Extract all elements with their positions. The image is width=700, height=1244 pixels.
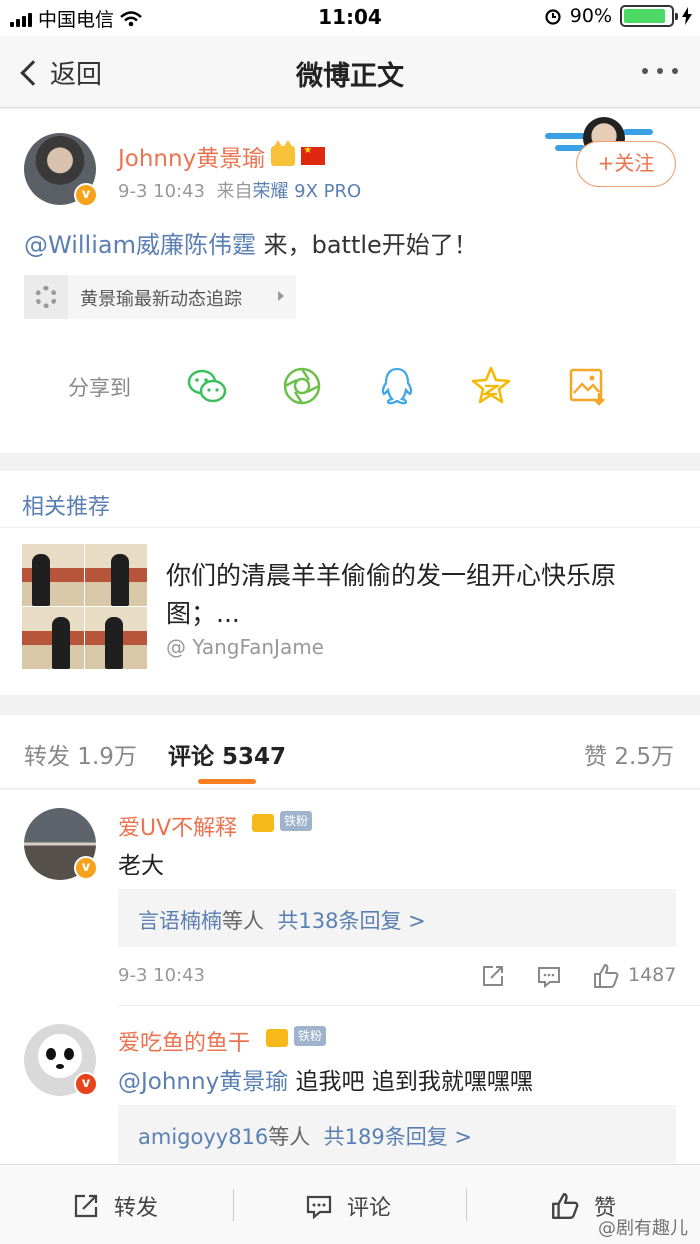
panda-avatar-icon <box>38 1034 82 1078</box>
crown-icon <box>271 140 296 166</box>
battery-percent: 90% <box>569 5 612 27</box>
mention-link[interactable]: @Johnny黄景瑜 <box>118 1069 288 1095</box>
tab-repost[interactable]: 转发 1.9万 <box>24 737 137 771</box>
battery-icon <box>620 5 678 27</box>
qq-icon[interactable] <box>376 365 418 407</box>
qzone-icon[interactable] <box>470 365 512 407</box>
alarm-icon <box>545 9 561 25</box>
reply-count: 共138条回复 > <box>277 909 426 933</box>
more-dot-icon <box>642 68 648 74</box>
fan-badge: 铁粉 <box>280 811 313 831</box>
reply-summary[interactable]: amigoyy816等人 共189条回复 > <box>118 1105 676 1163</box>
status-bar: 中国电信 11:04 90% <box>0 0 700 36</box>
verified-badge-icon: v <box>74 1072 98 1096</box>
thumbs-up-icon <box>552 1193 579 1219</box>
commenter-name[interactable]: 爱吃鱼的鱼干 <box>118 1025 250 1057</box>
author-name[interactable]: Johnny黄景瑜 <box>118 139 265 173</box>
tab-comment[interactable]: 评论 5347 <box>168 737 286 771</box>
moments-icon[interactable] <box>281 365 323 407</box>
reply-count: 共189条回复 > <box>323 1125 472 1149</box>
related-thumbnail[interactable] <box>22 544 147 669</box>
page-title: 微博正文 <box>296 61 404 92</box>
mention-link[interactable]: @William威廉陈伟霆 <box>24 231 256 259</box>
charging-icon <box>682 7 692 25</box>
crown-icon <box>252 814 274 832</box>
post-meta: 9-3 10:43 来自荣耀 9X PRO <box>118 177 361 203</box>
verified-badge-icon: v <box>74 183 98 207</box>
nav-bar: 返回 微博正文 <box>0 36 700 108</box>
save-image-icon[interactable] <box>566 365 608 407</box>
comment-time: 9-3 10:43 <box>118 965 205 986</box>
watermark: @剧有趣儿 <box>598 1218 688 1239</box>
topic-label: 黄景瑜最新动态追踪 <box>80 289 242 310</box>
comment-button[interactable]: 评论 <box>305 1190 391 1222</box>
fan-badge: 铁粉 <box>294 1026 327 1046</box>
interaction-tabs: 转发 1.9万 评论 5347 赞 2.5万 <box>0 715 700 789</box>
repost-button[interactable]: 转发 <box>72 1190 158 1222</box>
repost-icon <box>74 1194 98 1218</box>
china-flag-icon <box>301 145 326 165</box>
reply-mid: 等人 <box>222 909 264 933</box>
post-card: v Johnny黄景瑜 9-3 10:43 来自荣耀 9X PRO +关注 @W… <box>0 109 700 453</box>
comment-icon[interactable] <box>536 962 562 990</box>
source-device[interactable]: 荣耀 9X PRO <box>252 181 361 202</box>
comment-text: 老大 <box>118 853 164 879</box>
chevron-right-icon <box>278 291 284 301</box>
reply-summary[interactable]: 言语楠楠等人 共138条回复 > <box>118 889 676 947</box>
tab-like[interactable]: 赞 2.5万 <box>584 737 674 771</box>
crown-icon <box>266 1029 288 1047</box>
comment-icon <box>306 1195 332 1220</box>
share-label: 分享到 <box>68 376 131 400</box>
comment-text: @Johnny黄景瑜 追我吧 追到我就嘿嘿嘿 <box>118 1069 533 1095</box>
related-title: 相关推荐 <box>22 495 111 520</box>
bottom-toolbar: 转发 评论 赞 <box>0 1164 700 1244</box>
commenter-name[interactable]: 爱UV不解释 <box>118 810 237 842</box>
topic-icon <box>35 286 57 308</box>
related-author[interactable]: @ YangFanJame <box>166 635 324 659</box>
related-text[interactable]: 你们的清晨羊羊偷偷的发一组开心快乐原图；... <box>166 557 676 633</box>
reply-users: amigoyy816 <box>138 1125 269 1149</box>
related-section: 相关推荐 你们的清晨羊羊偷偷的发一组开心快乐原图；... @ YangFanJa… <box>0 471 700 695</box>
more-menu-button[interactable] <box>642 68 678 74</box>
reply-users: 言语楠楠 <box>138 909 222 933</box>
thumbs-up-icon[interactable] <box>592 962 620 990</box>
verified-badge-icon: v <box>74 856 98 880</box>
share-icon[interactable] <box>480 962 506 990</box>
post-text: @William威廉陈伟霆 来，battle开始了！ <box>24 225 478 260</box>
like-count: 1487 <box>628 964 677 986</box>
active-tab-indicator <box>198 779 256 784</box>
post-time: 9-3 10:43 <box>118 181 205 202</box>
follow-button[interactable]: +关注 <box>576 141 676 187</box>
post-body: 来，battle开始了！ <box>255 231 478 259</box>
topic-chip[interactable]: 黄景瑜最新动态追踪 <box>24 275 296 319</box>
reply-mid: 等人 <box>268 1125 311 1149</box>
comment-list: v 爱UV不解释 铁粉 老大 言语楠楠等人 共138条回复 > 9-3 10:4… <box>0 790 700 1164</box>
wechat-icon[interactable] <box>186 365 228 407</box>
source-prefix: 来自 <box>216 181 253 202</box>
